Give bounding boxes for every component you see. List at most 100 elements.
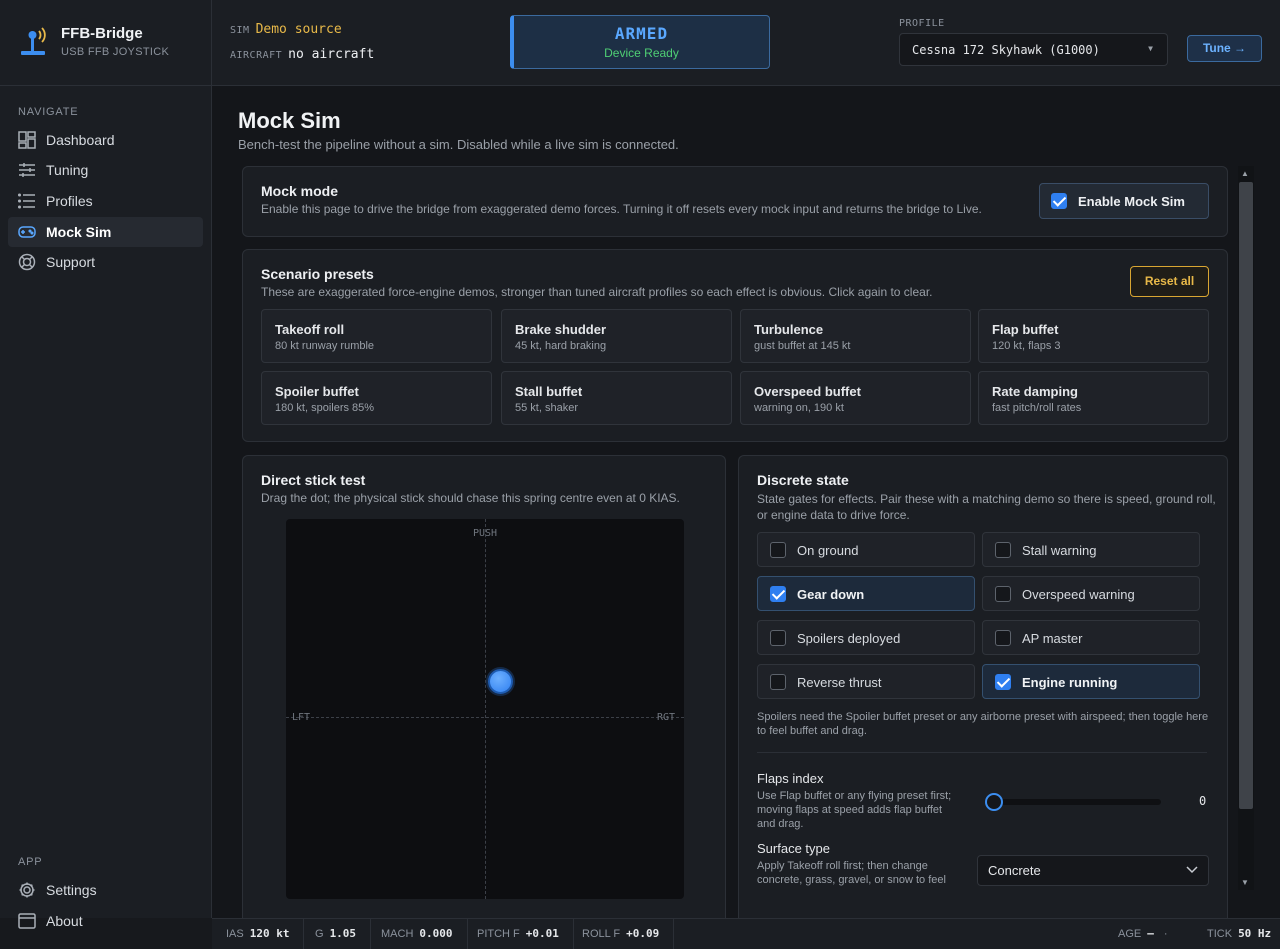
push-label: PUSH [473, 528, 498, 539]
surface-desc: Apply Takeoff roll first; then change co… [757, 860, 946, 886]
pitch-label: PITCH F [477, 928, 520, 940]
state-checkbox[interactable] [770, 674, 786, 690]
sidebar-item-label: Support [46, 254, 96, 270]
app-heading: APP [18, 856, 43, 868]
stick-test-title: Direct stick test [261, 472, 366, 488]
age-value: — [1147, 927, 1154, 940]
sidebar-item-mock-sim[interactable]: Mock Sim [8, 217, 203, 247]
state-checkbox[interactable] [770, 542, 786, 558]
profile-label: PROFILE [899, 18, 945, 29]
flaps-slider-thumb[interactable] [985, 793, 1003, 811]
preset-name: Brake shudder [515, 322, 607, 337]
flaps-label: Flaps index [757, 771, 824, 786]
state-gear-down[interactable]: Gear down [757, 576, 975, 611]
state-checkbox[interactable] [770, 630, 786, 646]
sidebar-item-settings[interactable]: Settings [8, 875, 203, 905]
state-label: Gear down [797, 587, 865, 602]
enable-mock-sim-toggle[interactable]: Enable Mock Sim [1039, 183, 1209, 219]
state-spoilers-deployed[interactable]: Spoilers deployed [757, 620, 975, 655]
stick-dot-handle[interactable] [488, 669, 513, 694]
lifebuoy-icon [18, 253, 36, 271]
preset-takeoff-roll[interactable]: Takeoff roll 80 kt runway rumble [261, 309, 492, 363]
top-bar: FFB-Bridge USB FFB JOYSTICK SIM Demo sour… [0, 0, 1280, 86]
profile-select[interactable]: Cessna 172 Skyhawk (G1000) ▼ [899, 33, 1168, 66]
state-label: AP master [1022, 631, 1083, 646]
gear-icon [19, 882, 35, 898]
state-label: Reverse thrust [797, 675, 882, 690]
preset-desc: 120 kt, flaps 3 [992, 340, 1061, 352]
horizontal-axis [286, 717, 684, 718]
preset-name: Rate damping [992, 384, 1078, 399]
status-g: G 1.05 [301, 919, 372, 949]
preset-brake-shudder[interactable]: Brake shudder 45 kt, hard braking [501, 309, 732, 363]
surface-select[interactable]: Concrete [977, 855, 1209, 886]
state-checkbox[interactable] [995, 542, 1011, 558]
age-label: AGE [1118, 928, 1142, 940]
state-checkbox[interactable] [995, 674, 1011, 690]
mock-mode-desc: Enable this page to drive the bridge fro… [261, 202, 982, 216]
flaps-value: 0 [1199, 794, 1207, 808]
sidebar-item-tuning[interactable]: Tuning [8, 155, 203, 185]
state-on-ground[interactable]: On ground [757, 532, 975, 567]
tick-label: TICK [1207, 928, 1233, 940]
spoilers-note: Spoilers need the Spoiler buffet preset … [757, 711, 1209, 737]
state-overspeed-warning[interactable]: Overspeed warning [982, 576, 1200, 611]
pitch-value: +0.01 [525, 927, 559, 940]
scrollbar-thumb[interactable] [1239, 182, 1253, 809]
enable-mock-sim-checkbox[interactable] [1051, 193, 1067, 209]
preset-desc: 55 kt, shaker [515, 402, 578, 414]
sidebar-item-dashboard[interactable]: Dashboard [8, 125, 203, 155]
discrete-state-desc: State gates for effects. Pair these with… [757, 492, 1216, 522]
page-title: Mock Sim [238, 108, 341, 133]
tick-value: 50 Hz [1238, 927, 1272, 940]
status-ias: IAS 120 kt [212, 919, 305, 949]
preset-overspeed-buffet[interactable]: Overspeed buffet warning on, 190 kt [740, 371, 971, 425]
enable-mock-sim-label: Enable Mock Sim [1078, 194, 1185, 209]
flaps-desc: Use Flap buffet or any flying preset fir… [757, 790, 952, 830]
sidebar-item-support[interactable]: Support [8, 247, 203, 277]
sidebar-item-profiles[interactable]: Profiles [8, 186, 203, 216]
tune-button[interactable]: Tune → [1187, 35, 1262, 62]
state-reverse-thrust[interactable]: Reverse thrust [757, 664, 975, 699]
preset-desc: gust buffet at 145 kt [754, 340, 851, 352]
aircraft-value: no aircraft [288, 47, 375, 62]
scroll-up-icon[interactable]: ▲ [1241, 169, 1249, 178]
sidebar-item-label: Mock Sim [46, 224, 112, 240]
sidebar-item-label: Settings [46, 882, 97, 898]
right-label: RGT [657, 712, 676, 723]
discrete-state-card: Discrete state State gates for effects. … [738, 455, 1228, 918]
list-icon [18, 193, 35, 209]
reset-all-button[interactable]: Reset all [1130, 266, 1209, 297]
device-status: Device Ready [604, 46, 679, 60]
sidebar-item-about[interactable]: About [8, 906, 203, 936]
ias-value: 120 kt [249, 927, 290, 940]
state-ap-master[interactable]: AP master [982, 620, 1200, 655]
page-subtitle: Bench-test the pipeline without a sim. D… [238, 137, 679, 152]
flaps-slider[interactable] [985, 793, 1161, 811]
preset-flap-buffet[interactable]: Flap buffet 120 kt, flaps 3 [978, 309, 1209, 363]
state-label: On ground [797, 543, 859, 558]
preset-stall-buffet[interactable]: Stall buffet 55 kt, shaker [501, 371, 732, 425]
stick-pad[interactable]: PUSH LFT RGT [286, 519, 684, 899]
mock-mode-card: Mock mode Enable this page to drive the … [242, 166, 1228, 237]
preset-spoiler-buffet[interactable]: Spoiler buffet 180 kt, spoilers 85% [261, 371, 492, 425]
sliders-icon [19, 163, 35, 177]
preset-rate-damping[interactable]: Rate damping fast pitch/roll rates [978, 371, 1209, 425]
profile-value: Cessna 172 Skyhawk (G1000) [912, 43, 1100, 57]
state-engine-running[interactable]: Engine running [982, 664, 1200, 699]
state-checkbox[interactable] [995, 630, 1011, 646]
preset-turbulence[interactable]: Turbulence gust buffet at 145 kt [740, 309, 971, 363]
chevron-down-icon [1186, 866, 1198, 874]
joystick-logo-icon [21, 27, 46, 55]
gamepad-icon [18, 226, 36, 238]
scroll-down-icon[interactable]: ▼ [1241, 878, 1249, 887]
scenario-presets-desc: These are exaggerated force-engine demos… [261, 285, 933, 299]
state-checkbox[interactable] [995, 586, 1011, 602]
dashboard-icon [18, 131, 36, 149]
state-stall-warning[interactable]: Stall warning [982, 532, 1200, 567]
preset-name: Turbulence [754, 322, 824, 337]
sim-label: SIM [230, 25, 250, 36]
divider [757, 752, 1207, 753]
state-checkbox[interactable] [770, 586, 786, 602]
armed-status: ARMED Device Ready [510, 15, 770, 69]
